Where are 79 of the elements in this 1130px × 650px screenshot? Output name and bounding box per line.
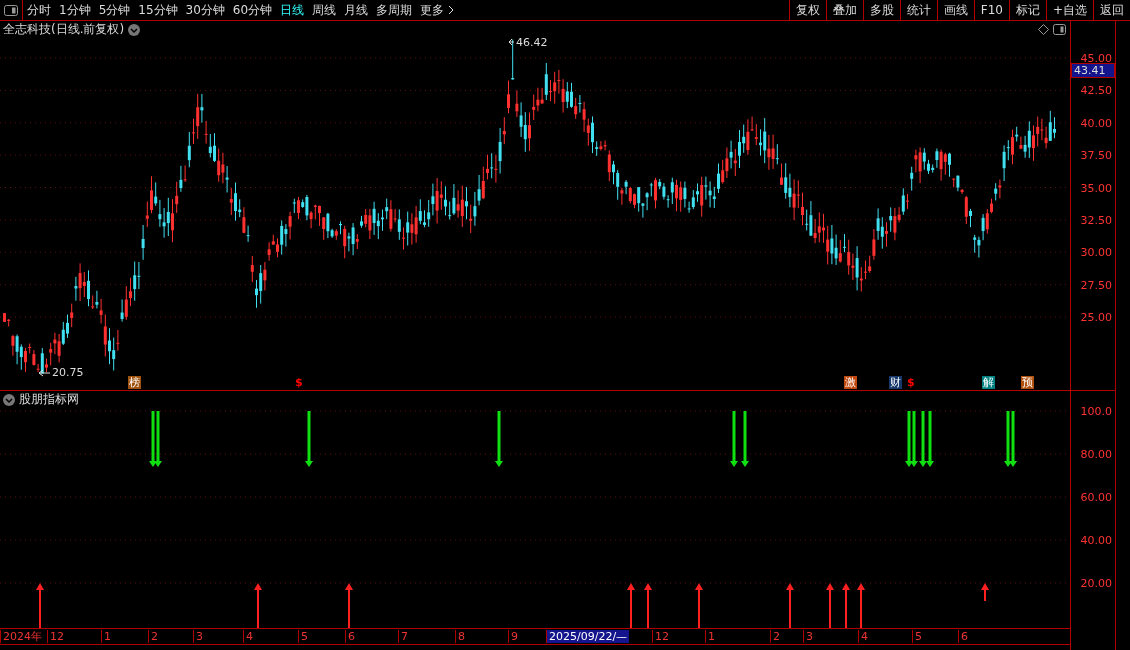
indicator-tick-label: 80.00	[1080, 447, 1112, 461]
date-label: 9	[508, 630, 520, 643]
down-arrow-icon	[495, 411, 503, 467]
period-tab[interactable]: 5分钟	[94, 0, 135, 20]
date-label: 4	[243, 630, 255, 643]
more-tab[interactable]: 更多	[416, 0, 459, 20]
dropdown-icon[interactable]	[3, 393, 15, 406]
date-label: 1	[705, 630, 717, 643]
date-label: 3	[193, 630, 205, 643]
date-label: 8	[455, 630, 467, 643]
date-label: 5	[912, 630, 924, 643]
dollar-marker[interactable]: $	[294, 376, 304, 389]
price-tick-label: 45.00	[1080, 51, 1112, 65]
period-tab[interactable]: 多周期	[372, 0, 417, 20]
date-label: 4	[858, 630, 870, 643]
up-arrow-icon	[826, 583, 834, 628]
date-label: 2	[770, 630, 782, 643]
up-arrow-icon	[36, 583, 44, 628]
period-tab[interactable]: 30分钟	[181, 0, 229, 20]
price-tick-label: 32.50	[1080, 213, 1112, 227]
date-label: 12	[652, 630, 671, 643]
period-tab[interactable]: 日线	[276, 0, 309, 20]
down-arrow-icon	[305, 411, 313, 467]
leader-line	[508, 38, 515, 46]
up-arrow-icon	[254, 583, 262, 628]
period-tab[interactable]: 60分钟	[228, 0, 277, 20]
price-tick-label: 35.00	[1080, 181, 1112, 194]
up-arrow-icon	[842, 583, 850, 628]
date-label: 7	[398, 630, 410, 643]
up-arrow-icon	[345, 583, 353, 628]
indicator-title: 股朋指标网	[19, 391, 79, 408]
up-arrow-icon	[627, 583, 635, 628]
price-tick-label: 27.50	[1080, 278, 1112, 292]
down-arrow-icon	[730, 411, 738, 467]
date-label: 5	[298, 630, 310, 643]
date-label: 2025/09/22/—	[546, 630, 630, 643]
current-price-label: 43.41	[1071, 63, 1115, 78]
leader-line	[38, 369, 51, 377]
date-label: 1	[101, 630, 113, 643]
dropdown-icon[interactable]	[128, 23, 141, 36]
date-label: 2024年	[0, 630, 44, 643]
period-tab[interactable]: 分时	[23, 0, 55, 20]
up-arrow-icon	[857, 583, 865, 628]
indicator-tick-label: 40.00	[1080, 533, 1112, 547]
event-tag[interactable]: 财	[889, 376, 902, 389]
period-tab[interactable]: 周线	[308, 0, 341, 20]
event-tag[interactable]: 榜	[128, 376, 141, 389]
panel-toggle-icon[interactable]	[1053, 24, 1066, 35]
indicator-tick-label: 60.00	[1080, 490, 1112, 504]
price-tick-label: 25.00	[1080, 310, 1112, 324]
date-label: 3	[803, 630, 815, 643]
period-tab[interactable]: 15分钟	[134, 0, 182, 20]
price-tick-label: 42.50	[1080, 83, 1112, 97]
event-tag[interactable]: 激	[844, 376, 857, 389]
price-tick-label: 40.00	[1080, 116, 1112, 130]
date-label: 6	[345, 630, 357, 643]
period-tab[interactable]: 1分钟	[55, 0, 95, 20]
indicator-tick-label: 20.00	[1080, 576, 1112, 590]
chevron-icon	[448, 5, 455, 15]
high-price-label: 46.42	[516, 36, 548, 49]
price-tick-label: 37.50	[1080, 148, 1112, 162]
price-tick-label: 30.00	[1080, 245, 1112, 259]
panel-toggle-icon[interactable]	[4, 4, 18, 16]
down-arrow-icon	[741, 411, 749, 467]
low-price-label: 20.75	[52, 366, 84, 379]
up-arrow-icon	[981, 583, 989, 602]
indicator-tick-label: 100.0	[1080, 404, 1112, 418]
period-tab[interactable]: 月线	[340, 0, 373, 20]
up-arrow-icon	[644, 583, 652, 628]
date-label: 2	[148, 630, 160, 643]
date-label: 6	[958, 630, 970, 643]
up-arrow-icon	[695, 583, 703, 628]
date-label: 12	[47, 630, 66, 643]
chart-title: 全志科技(日线.前复权)	[3, 21, 125, 38]
event-tag[interactable]: 预	[1021, 376, 1034, 389]
up-arrow-icon	[786, 583, 794, 628]
diamond-icon[interactable]	[1038, 24, 1049, 35]
dollar-marker[interactable]: $	[906, 376, 916, 389]
event-tag[interactable]: 解	[982, 376, 995, 389]
